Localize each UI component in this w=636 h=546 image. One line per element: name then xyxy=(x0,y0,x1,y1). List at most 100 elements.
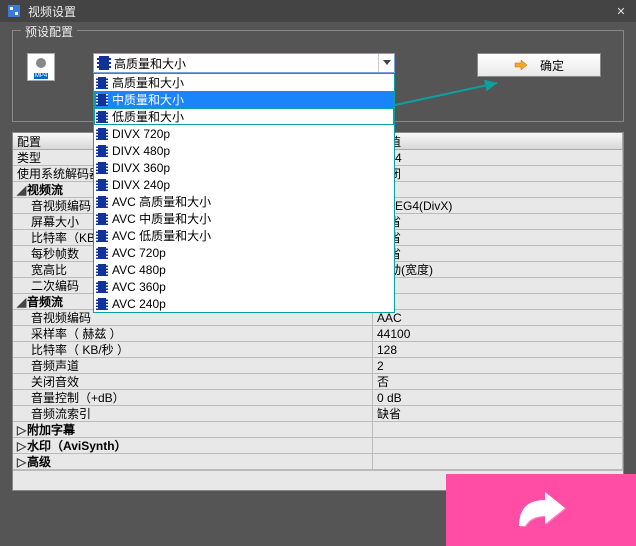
dropdown-item-label: AVC 中质量和大小 xyxy=(112,210,211,227)
grid-cell-value: 缺省 xyxy=(373,406,623,422)
film-icon xyxy=(96,145,108,157)
window-title: 视频设置 xyxy=(28,3,612,20)
toggle-icon[interactable]: ▷ xyxy=(17,423,27,437)
dropdown-item[interactable]: AVC 240p xyxy=(94,295,394,312)
toggle-icon[interactable]: ◢ xyxy=(17,295,27,309)
dropdown-item-label: DIVX 240p xyxy=(112,178,170,192)
grid-cell-name: 关闭音效 xyxy=(13,374,373,390)
film-icon xyxy=(97,56,111,70)
dropdown-item-label: AVC 720p xyxy=(112,246,166,260)
grid-row[interactable]: 音量控制（+dB）0 dB xyxy=(13,390,623,406)
grid-row[interactable]: 采样率（ 赫兹 ）44100 xyxy=(13,326,623,342)
film-icon xyxy=(96,179,108,191)
watermark-overlay xyxy=(446,474,636,546)
grid-cell-value: 128 xyxy=(373,342,623,358)
grid-cell-name: 采样率（ 赫兹 ） xyxy=(13,326,373,342)
dropdown-item[interactable]: DIVX 720p xyxy=(94,125,394,142)
dropdown-item-label: AVC 360p xyxy=(112,280,166,294)
dropdown-item[interactable]: DIVX 360p xyxy=(94,159,394,176)
dropdown-item[interactable]: DIVX 240p xyxy=(94,176,394,193)
preset-dropdown[interactable]: 高质量和大小中质量和大小低质量和大小 DIVX 720p DIVX 480p DIVX… xyxy=(93,73,395,313)
grid-cell-value xyxy=(373,454,623,470)
preset-combobox[interactable]: 高质量和大小 xyxy=(93,53,395,73)
grid-cell-value: MP4 xyxy=(373,150,623,166)
grid-cell-value: 关闭 xyxy=(373,166,623,182)
dropdown-item-label: AVC 240p xyxy=(112,297,166,311)
grid-row[interactable]: 比特率（ KB/秒 ）128 xyxy=(13,342,623,358)
grid-row[interactable]: ▷水印（AviSynth） xyxy=(13,438,623,454)
dropdown-item[interactable]: 高质量和大小 xyxy=(94,74,394,91)
grid-cell-value: 自动(宽度) xyxy=(373,262,623,278)
grid-cell-name: ▷高级 xyxy=(13,454,373,470)
grid-cell-value xyxy=(373,182,623,198)
chevron-down-icon[interactable] xyxy=(378,54,394,72)
ok-button-label: 确定 xyxy=(540,57,564,74)
grid-cell-name: 音频流索引 xyxy=(13,406,373,422)
grid-header-value: 数值 xyxy=(373,133,623,150)
film-icon xyxy=(96,213,108,225)
close-button[interactable]: ✕ xyxy=(612,2,630,20)
film-icon xyxy=(96,298,108,310)
dropdown-item[interactable]: AVC 720p xyxy=(94,244,394,261)
grid-cell-name: ▷水印（AviSynth） xyxy=(13,438,373,454)
dropdown-item[interactable]: 低质量和大小 xyxy=(94,108,394,125)
film-icon xyxy=(96,230,108,242)
film-icon xyxy=(96,247,108,259)
titlebar: 视频设置 ✕ xyxy=(0,0,636,22)
grid-cell-value xyxy=(373,438,623,454)
combobox-value: 高质量和大小 xyxy=(114,55,378,72)
grid-cell-name: 音量控制（+dB） xyxy=(13,390,373,406)
dropdown-item-label: DIVX 720p xyxy=(112,127,170,141)
dropdown-item[interactable]: AVC 480p xyxy=(94,261,394,278)
mp4-icon: MP4 xyxy=(27,53,55,81)
toggle-icon[interactable]: ◢ xyxy=(17,183,27,197)
dropdown-item-label: DIVX 360p xyxy=(112,161,170,175)
grid-cell-name: 音频声道 xyxy=(13,358,373,374)
grid-cell-name: ▷附加字幕 xyxy=(13,422,373,438)
dropdown-item-label: AVC 480p xyxy=(112,263,166,277)
grid-cell-value: 44100 xyxy=(373,326,623,342)
toggle-icon[interactable]: ▷ xyxy=(17,439,27,453)
dropdown-item[interactable]: AVC 360p xyxy=(94,278,394,295)
grid-cell-value: 0 dB xyxy=(373,390,623,406)
film-icon xyxy=(96,281,108,293)
callout-arrow xyxy=(395,79,503,107)
grid-row[interactable]: 音频声道2 xyxy=(13,358,623,374)
dropdown-item[interactable]: DIVX 480p xyxy=(94,142,394,159)
grid-cell-value: 缺省 xyxy=(373,246,623,262)
grid-row[interactable]: ▷附加字幕 xyxy=(13,422,623,438)
grid-cell-value: MPEG4(DivX) xyxy=(373,198,623,214)
arrow-right-icon xyxy=(514,58,528,72)
film-icon xyxy=(96,77,108,89)
dropdown-item-label: AVC 高质量和大小 xyxy=(112,193,211,210)
app-icon xyxy=(6,3,22,19)
grid-cell-value: 2 xyxy=(373,358,623,374)
dropdown-item[interactable]: 中质量和大小 xyxy=(94,91,394,108)
film-icon xyxy=(96,128,108,140)
toggle-icon[interactable]: ▷ xyxy=(17,455,27,469)
film-icon xyxy=(96,264,108,276)
grid-row[interactable]: 关闭音效否 xyxy=(13,374,623,390)
grid-cell-value xyxy=(373,294,623,310)
dropdown-item[interactable]: AVC 低质量和大小 xyxy=(94,227,394,244)
dropdown-item-label: 中质量和大小 xyxy=(112,91,184,108)
grid-cell-value xyxy=(373,422,623,438)
film-icon xyxy=(96,162,108,174)
grid-row[interactable]: 音频流索引缺省 xyxy=(13,406,623,422)
grid-cell-value: 否 xyxy=(373,278,623,294)
film-icon xyxy=(96,111,108,123)
grid-cell-value: 缺省 xyxy=(373,230,623,246)
dropdown-item[interactable]: AVC 中质量和大小 xyxy=(94,210,394,227)
grid-cell-value: 否 xyxy=(373,374,623,390)
film-icon xyxy=(96,94,108,106)
dropdown-item[interactable]: AVC 高质量和大小 xyxy=(94,193,394,210)
grid-row[interactable]: ▷高级 xyxy=(13,454,623,470)
grid-cell-name: 比特率（ KB/秒 ） xyxy=(13,342,373,358)
ok-button[interactable]: 确定 xyxy=(477,53,601,77)
preset-legend: 预设配置 xyxy=(21,23,77,40)
grid-cell-value: AAC xyxy=(373,310,623,326)
dropdown-item-label: 低质量和大小 xyxy=(112,108,184,125)
dropdown-item-label: 高质量和大小 xyxy=(112,74,184,91)
dropdown-item-label: DIVX 480p xyxy=(112,144,170,158)
dropdown-item-label: AVC 低质量和大小 xyxy=(112,227,211,244)
